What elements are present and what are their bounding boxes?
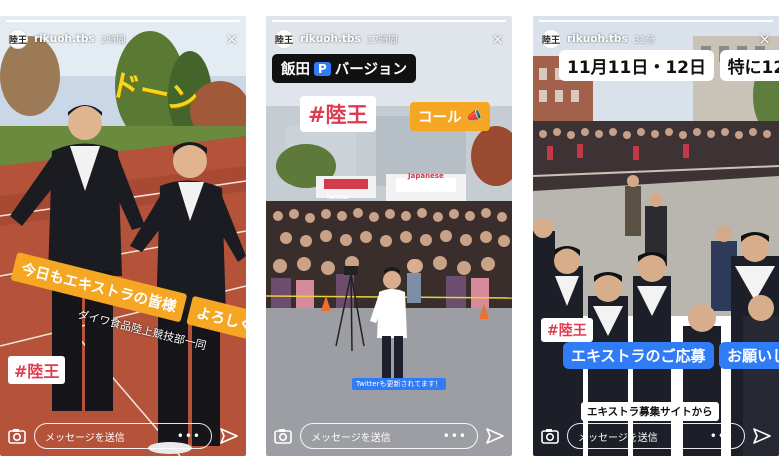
message-placeholder: メッセージを送信 [311, 432, 391, 444]
more-options-icon[interactable]: ••• [710, 429, 734, 443]
post-time: 17時間 [366, 35, 398, 46]
banner-sign-left: Twitter [326, 194, 350, 201]
date-line-2: 特に12日！ [719, 50, 779, 81]
appeal-line-1: エキストラのご応募 [563, 342, 714, 369]
story-header: 陸王 rikuoh.tbs 2時間 × [8, 28, 238, 50]
more-options-icon[interactable]: ••• [443, 429, 467, 443]
hashtag-sticker[interactable]: #陸王 [300, 96, 376, 132]
story-card-3[interactable]: 陸王 rikuoh.tbs 31分 × 11月11日・12日 特に12日！ #陸… [533, 16, 779, 456]
username[interactable]: rikuoh.tbs [34, 33, 95, 45]
parking-badge: P [314, 61, 331, 76]
twitter-note: Twitterも更新されてます！ [352, 378, 446, 390]
story-footer: メッセージを送信 ••• [539, 422, 773, 450]
message-placeholder: メッセージを送信 [578, 432, 658, 444]
story-header: 陸王 rikuoh.tbs 31分 × [541, 28, 771, 50]
message-input[interactable]: メッセージを送信 ••• [567, 423, 745, 449]
hashtag-sticker[interactable]: #陸王 [541, 318, 593, 342]
title-suffix: バージョン [334, 62, 408, 78]
message-input[interactable]: メッセージを送信 ••• [300, 423, 478, 449]
banner-sign-right: Japanese [408, 172, 444, 180]
story-card-1[interactable]: 陸王 rikuoh.tbs 2時間 × ドーン 今日もエキストラの皆様 よろしく… [0, 16, 246, 456]
megaphone-icon: 📣 [465, 109, 482, 124]
camera-icon[interactable] [6, 425, 28, 447]
profile-avatar[interactable]: 陸王 [541, 29, 561, 49]
message-placeholder: メッセージを送信 [45, 432, 125, 444]
link-sticker[interactable]: エキストラ募集サイトから [581, 402, 719, 421]
call-sticker: コール 📣 [410, 102, 490, 131]
title-prefix: 飯田 [281, 62, 310, 78]
story-footer: メッセージを送信 ••• [6, 422, 240, 450]
date-line-1: 11月11日・12日 [559, 50, 714, 81]
story-progress-bar [272, 20, 506, 22]
send-icon[interactable] [751, 425, 773, 447]
profile-avatar[interactable]: 陸王 [8, 29, 28, 49]
camera-icon[interactable] [539, 425, 561, 447]
date-sticker: 11月11日・12日 特に12日！ [559, 50, 779, 81]
appeal-line-2: お願いします [727, 347, 779, 365]
hashtag-sticker[interactable]: #陸王 [8, 356, 66, 384]
profile-avatar[interactable]: 陸王 [274, 29, 294, 49]
story-card-2[interactable]: 陸王 rikuoh.tbs 17時間 × 飯田 P バージョン #陸王 コール … [266, 16, 512, 456]
story-header: 陸王 rikuoh.tbs 17時間 × [274, 28, 504, 50]
title-sticker: 飯田 P バージョン [272, 54, 417, 83]
close-icon[interactable]: × [491, 31, 504, 47]
call-label: コール [418, 110, 462, 126]
close-icon[interactable]: × [225, 31, 238, 47]
close-icon[interactable]: × [758, 31, 771, 47]
appeal-line-2-wrap: お願いします ❣️ [719, 342, 779, 369]
post-time: 31分 [633, 35, 656, 46]
send-icon[interactable] [218, 425, 240, 447]
story-footer: メッセージを送信 ••• [272, 422, 506, 450]
appeal-sticker: エキストラのご応募 お願いします ❣️ [563, 342, 779, 369]
post-time: 2時間 [100, 35, 126, 46]
more-options-icon[interactable]: ••• [177, 429, 201, 443]
story-progress-bar [6, 20, 240, 22]
camera-icon[interactable] [272, 425, 294, 447]
story-progress-bar [539, 20, 773, 22]
message-input[interactable]: メッセージを送信 ••• [34, 423, 212, 449]
send-icon[interactable] [484, 425, 506, 447]
username[interactable]: rikuoh.tbs [567, 33, 628, 45]
username[interactable]: rikuoh.tbs [300, 33, 361, 45]
story-3-photo [533, 16, 779, 456]
